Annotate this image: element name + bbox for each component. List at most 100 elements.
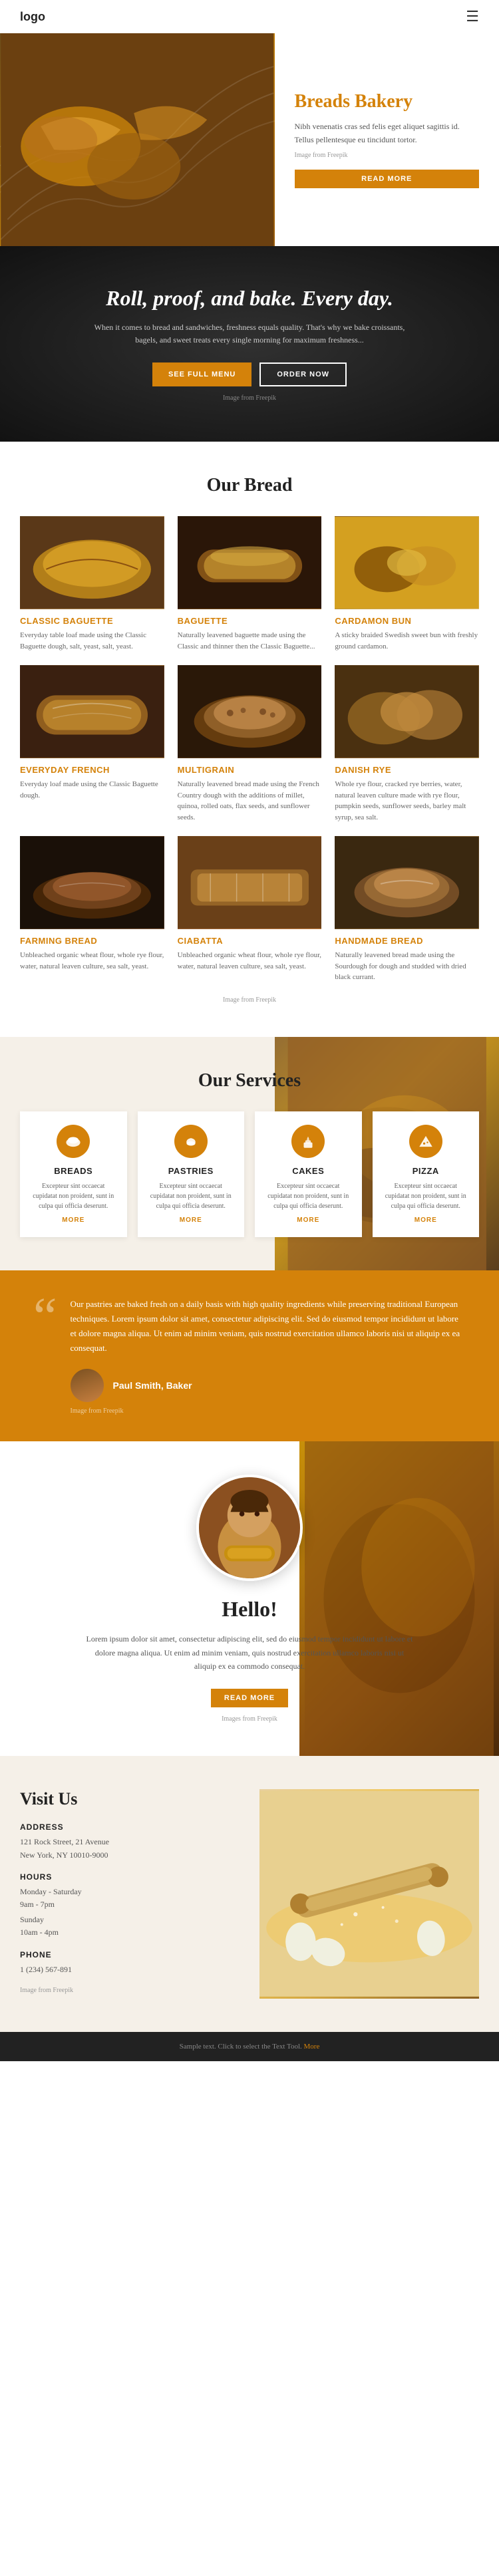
bread-image-2 [178, 516, 322, 609]
bread-image-1 [20, 516, 164, 609]
visit-credit: Image from Freepik [20, 1987, 240, 1994]
phone-label: PHONE [20, 1950, 240, 1959]
visit-section: Visit Us ADDRESS 121 Rock Street, 21 Ave… [0, 1756, 499, 2031]
hours-label: HOURS [20, 1872, 240, 1882]
bread-name-8: Ciabatta [178, 936, 322, 946]
bread-name-9: Handmade Bread [335, 936, 479, 946]
service-more-pastries[interactable]: MORE [147, 1216, 236, 1224]
service-name-pastries: Pastries [147, 1166, 236, 1176]
bread-name-1: Classic Baguette [20, 616, 164, 626]
bread-image-9 [335, 836, 479, 929]
bread-desc-8: Unbleached organic wheat flour, whole ry… [178, 950, 322, 972]
quote-author: Paul Smith, Baker [71, 1369, 466, 1402]
service-desc-breads: Excepteur sint occaecat cupidatat non pr… [29, 1181, 118, 1211]
visit-phone-block: PHONE 1 (234) 567-891 [20, 1950, 240, 1976]
breads-icon [57, 1125, 90, 1158]
see-full-menu-button[interactable]: SEE FULL MENU [152, 362, 251, 386]
phone-text: 1 (234) 567-891 [20, 1963, 240, 1976]
hero-description: Nibh venenatis cras sed felis eget aliqu… [295, 120, 480, 146]
bread-card-4: Everyday French Everyday loaf made using… [20, 665, 164, 823]
our-bread-section: Our Bread Classic Baguette Everyday tabl… [0, 442, 499, 1037]
hero-image [0, 33, 275, 246]
bread-section-credit: Image from Freepik [20, 996, 479, 1004]
visit-info: Visit Us ADDRESS 121 Rock Street, 21 Ave… [20, 1789, 240, 1998]
quote-section: “ Our pastries are baked fresh on a dail… [0, 1270, 499, 1441]
bread-name-5: Multigrain [178, 765, 322, 775]
services-grid: Breads Excepteur sint occaecat cupidatat… [20, 1111, 479, 1237]
service-more-breads[interactable]: MORE [29, 1216, 118, 1224]
hours-sunday: Sunday 10am - 4pm [20, 1914, 240, 1939]
order-now-button[interactable]: ORDER NOW [259, 362, 347, 386]
bread-desc-7: Unbleached organic wheat flour, whole ry… [20, 950, 164, 972]
bread-card-8: Ciabatta Unbleached organic wheat flour,… [178, 836, 322, 983]
fullmenu-description: When it comes to bread and sandwiches, f… [90, 321, 409, 347]
bread-image-3 [335, 516, 479, 609]
read-more-button[interactable]: READ MORE [295, 170, 480, 188]
pizza-icon [409, 1125, 442, 1158]
bread-desc-3: A sticky braided Swedish sweet bun with … [335, 630, 479, 652]
fullmenu-credit: Image from Freepik [20, 394, 479, 402]
navbar: logo ☰ [0, 0, 499, 33]
visit-hours-block: HOURS Monday - Saturday 9am - 7pm Sunday… [20, 1872, 240, 1939]
visit-address-block: ADDRESS 121 Rock Street, 21 AvenueNew Yo… [20, 1822, 240, 1861]
hero-image-credit: Image from Freepik [295, 152, 480, 159]
visit-title: Visit Us [20, 1789, 240, 1809]
bread-desc-1: Everyday table loaf made using the Class… [20, 630, 164, 652]
bread-card-1: Classic Baguette Everyday table loaf mad… [20, 516, 164, 652]
hours-weekday: Monday - Saturday 9am - 7pm [20, 1886, 240, 1911]
bread-image-6 [335, 665, 479, 758]
hello-section: Hello! Lorem ipsum dolor sit amet, conse… [0, 1441, 499, 1756]
bread-card-2: Baguette Naturally leavened baguette mad… [178, 516, 322, 652]
hello-description: Lorem ipsum dolor sit amet, consectetur … [83, 1632, 416, 1673]
bread-desc-6: Whole rye flour, cracked rye berries, wa… [335, 779, 479, 823]
bread-name-7: Farming Bread [20, 936, 164, 946]
service-desc-cakes: Excepteur sint occaecat cupidatat non pr… [264, 1181, 353, 1211]
our-bread-title: Our Bread [20, 475, 479, 496]
fullmenu-buttons: SEE FULL MENU ORDER NOW [20, 362, 479, 386]
quote-credit: Image from Freepik [71, 1407, 466, 1415]
bread-name-2: Baguette [178, 616, 322, 626]
bread-card-3: Cardamon Bun A sticky braided Swedish sw… [335, 516, 479, 652]
bread-desc-9: Naturally leavened bread made using the … [335, 950, 479, 983]
bread-image-5 [178, 665, 322, 758]
baker-photo [196, 1475, 303, 1581]
service-card-breads: Breads Excepteur sint occaecat cupidatat… [20, 1111, 127, 1237]
address-label: ADDRESS [20, 1822, 240, 1832]
bread-image-8 [178, 836, 322, 929]
bread-image-7 [20, 836, 164, 929]
hello-title: Hello! [20, 1597, 479, 1622]
footer-link[interactable]: More [304, 2043, 320, 2051]
pastries-icon [174, 1125, 208, 1158]
service-card-cakes: Cakes Excepteur sint occaecat cupidatat … [255, 1111, 362, 1237]
menu-toggle[interactable]: ☰ [466, 8, 479, 25]
services-section: Our Services Breads Excepteur sint occae… [0, 1037, 499, 1270]
quote-text: Our pastries are baked fresh on a daily … [71, 1297, 466, 1356]
service-more-pizza[interactable]: MORE [382, 1216, 470, 1224]
bread-image-4 [20, 665, 164, 758]
fullmenu-section: Roll, proof, and bake. Every day. When i… [0, 246, 499, 442]
bread-card-7: Farming Bread Unbleached organic wheat f… [20, 836, 164, 983]
footer-text: Sample text. Click to select the Text To… [20, 2043, 479, 2051]
quote-content: Our pastries are baked fresh on a daily … [71, 1297, 466, 1415]
bread-name-6: Danish Rye [335, 765, 479, 775]
bread-card-5: Multigrain Naturally leavened bread made… [178, 665, 322, 823]
service-desc-pastries: Excepteur sint occaecat cupidatat non pr… [147, 1181, 236, 1211]
address-text: 121 Rock Street, 21 AvenueNew York, NY 1… [20, 1836, 240, 1861]
footer: Sample text. Click to select the Text To… [0, 2032, 499, 2061]
service-card-pastries: Pastries Excepteur sint occaecat cupidat… [138, 1111, 245, 1237]
bread-desc-4: Everyday loaf made using the Classic Bag… [20, 779, 164, 801]
hello-credit: Images from Freepik [20, 1715, 479, 1723]
quote-mark: “ [33, 1290, 57, 1344]
hero-content: Breads Bakery Nibh venenatis cras sed fe… [275, 33, 499, 246]
service-card-pizza: Pizza Excepteur sint occaecat cupidatat … [373, 1111, 480, 1237]
services-title: Our Services [20, 1070, 479, 1091]
hero-title: Breads Bakery [295, 91, 480, 112]
hero-section: Breads Bakery Nibh venenatis cras sed fe… [0, 33, 499, 246]
fullmenu-title: Roll, proof, and bake. Every day. [20, 286, 479, 311]
hello-read-more-button[interactable]: READ MORE [211, 1689, 288, 1707]
service-desc-pizza: Excepteur sint occaecat cupidatat non pr… [382, 1181, 470, 1211]
service-more-cakes[interactable]: MORE [264, 1216, 353, 1224]
bread-card-9: Handmade Bread Naturally leavened bread … [335, 836, 479, 983]
author-name: Paul Smith, Baker [113, 1380, 192, 1391]
bread-desc-5: Naturally leavened bread made using the … [178, 779, 322, 823]
